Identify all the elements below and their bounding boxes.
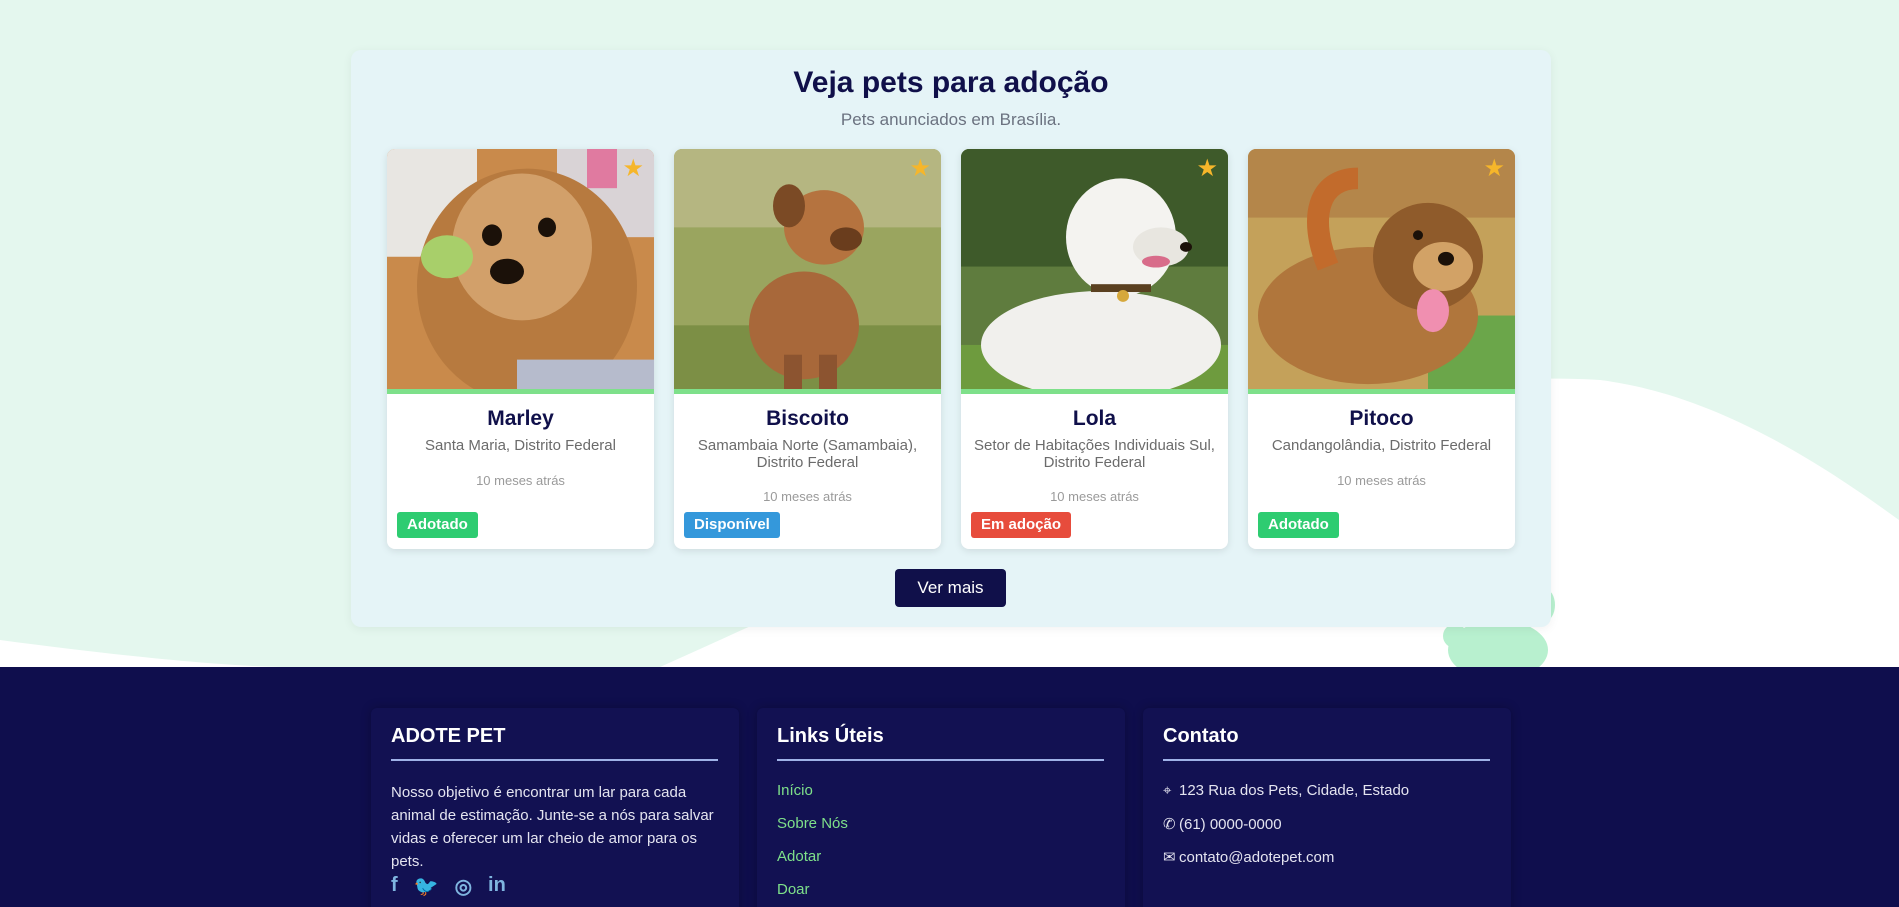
divider xyxy=(777,759,1104,761)
status-badge: Em adoção xyxy=(971,512,1072,538)
pet-photo: ★ xyxy=(961,149,1228,394)
map-pin-icon: ⌖ xyxy=(1163,782,1172,799)
pet-name: Lola xyxy=(1072,407,1117,430)
star-icon[interactable]: ★ xyxy=(1483,157,1505,181)
pet-card-list: ★ Marley Santa Maria, Distrito Federal 1… xyxy=(387,149,1521,549)
pet-card[interactable]: ★ Pitoco Candangolândia, Distrito Federa… xyxy=(1248,149,1515,549)
contact-email-text[interactable]: contato@adotepet.com xyxy=(1179,849,1334,866)
contact-address: ⌖ 123 Rua dos Pets, Cidade, Estado xyxy=(1163,782,1409,799)
twitter-icon[interactable]: 🐦 xyxy=(414,874,439,899)
pet-posted-time: 10 meses atrás xyxy=(476,473,565,488)
pet-name: Marley xyxy=(487,407,554,430)
pet-photo: ★ xyxy=(387,149,654,394)
footer-contact-title: Contato xyxy=(1163,725,1239,747)
status-badge: Adotado xyxy=(1258,512,1339,538)
contact-address-text: 123 Rua dos Pets, Cidade, Estado xyxy=(1179,782,1410,799)
site-footer: ADOTE PET Nosso objetivo é encontrar um … xyxy=(0,667,1899,907)
pet-photo: ★ xyxy=(674,149,941,394)
pet-name: Biscoito xyxy=(766,407,849,430)
ver-mais-button[interactable]: Ver mais xyxy=(895,569,1006,607)
star-icon[interactable]: ★ xyxy=(1196,157,1218,181)
pet-location: Santa Maria, Distrito Federal xyxy=(425,437,616,454)
divider xyxy=(391,759,718,761)
contact-email: ✉ contato@adotepet.com xyxy=(1163,848,1334,866)
facebook-icon[interactable]: f xyxy=(391,874,398,899)
adoption-section: Veja pets para adoção Pets anunciados em… xyxy=(351,50,1551,627)
section-subtitle: Pets anunciados em Brasília. xyxy=(840,110,1062,129)
footer-about: ADOTE PET Nosso objetivo é encontrar um … xyxy=(371,708,739,907)
pet-card[interactable]: ★ Lola Setor de Habitações Individuais S… xyxy=(961,149,1228,549)
pet-card[interactable]: ★ Marley Santa Maria, Distrito Federal 1… xyxy=(387,149,654,549)
pet-name: Pitoco xyxy=(1349,407,1414,430)
footer-links: Links Úteis Início Sobre Nós Adotar Doar xyxy=(757,708,1125,907)
linkedin-icon[interactable]: in xyxy=(488,874,506,899)
contact-phone-text: (61) 0000-0000 xyxy=(1179,816,1282,833)
social-links: f 🐦 ◎ in xyxy=(391,874,506,899)
contact-phone: ✆ (61) 0000-0000 xyxy=(1163,815,1282,833)
footer-about-title: ADOTE PET xyxy=(391,725,506,747)
footer-link-sobre-nos[interactable]: Sobre Nós xyxy=(777,815,848,832)
footer-link-doar[interactable]: Doar xyxy=(777,881,810,898)
instagram-icon[interactable]: ◎ xyxy=(455,874,472,899)
footer-links-title: Links Úteis xyxy=(777,725,884,747)
footer-about-text: Nosso objetivo é encontrar um lar para c… xyxy=(391,784,714,870)
star-icon[interactable]: ★ xyxy=(622,157,644,181)
footer-link-inicio[interactable]: Início xyxy=(777,782,813,799)
pet-location: Samambaia Norte (Samambaia), Distrito Fe… xyxy=(697,437,918,471)
pet-posted-time: 10 meses atrás xyxy=(1050,489,1139,504)
section-title: Veja pets para adoção xyxy=(793,66,1109,99)
status-badge: Adotado xyxy=(397,512,478,538)
pet-photo: ★ xyxy=(1248,149,1515,394)
pet-location: Setor de Habitações Individuais Sul, Dis… xyxy=(974,437,1215,471)
phone-icon: ✆ xyxy=(1163,816,1176,833)
pet-card[interactable]: ★ Biscoito Samambaia Norte (Samambaia), … xyxy=(674,149,941,549)
pet-location: Candangolândia, Distrito Federal xyxy=(1271,437,1492,454)
pet-posted-time: 10 meses atrás xyxy=(763,489,852,504)
footer-contact: Contato ⌖ 123 Rua dos Pets, Cidade, Estad… xyxy=(1143,708,1511,907)
footer-link-adotar[interactable]: Adotar xyxy=(777,848,821,865)
envelope-icon: ✉ xyxy=(1163,849,1176,866)
star-icon[interactable]: ★ xyxy=(909,157,931,181)
divider xyxy=(1163,759,1490,761)
status-badge: Disponível xyxy=(684,512,780,538)
pet-posted-time: 10 meses atrás xyxy=(1337,473,1426,488)
